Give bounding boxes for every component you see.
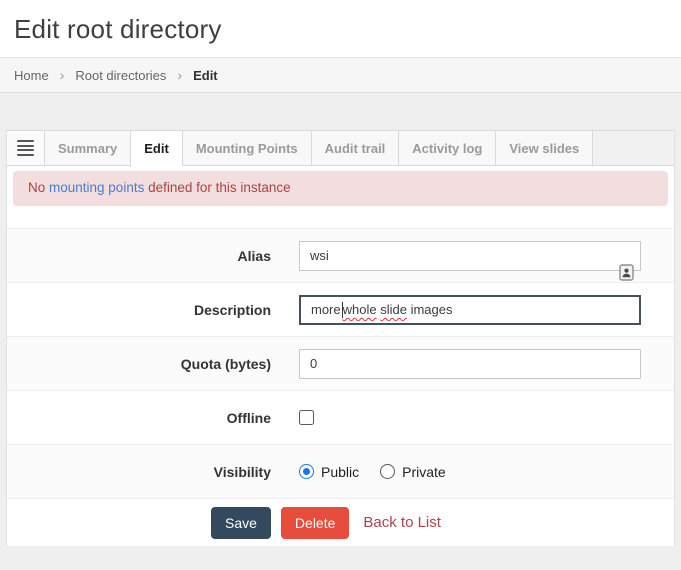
quota-value: 0 <box>310 356 317 371</box>
tab-view-slides[interactable]: View slides <box>496 131 593 165</box>
mounting-points-link[interactable]: mounting points <box>49 180 144 195</box>
quota-input[interactable]: 0 <box>299 349 641 379</box>
breadcrumb-root-directories[interactable]: Root directories <box>75 68 166 83</box>
no-mounting-points-alert: No mounting points defined for this inst… <box>13 171 668 206</box>
alias-input[interactable]: wsi <box>299 241 641 271</box>
quota-label: Quota (bytes) <box>7 356 271 372</box>
description-label: Description <box>7 302 271 318</box>
tab-activity-log[interactable]: Activity log <box>399 131 496 165</box>
alias-row: Alias wsi <box>7 228 674 282</box>
tab-audit-trail[interactable]: Audit trail <box>312 131 400 165</box>
menu-tab[interactable] <box>7 131 45 165</box>
breadcrumb: Home › Root directories › Edit <box>0 57 681 93</box>
alias-value: wsi <box>310 248 329 263</box>
breadcrumb-separator-icon: › <box>60 67 65 83</box>
tab-mounting-points[interactable]: Mounting Points <box>183 131 312 165</box>
page-header: Edit root directory <box>0 0 681 57</box>
alert-text-after: defined for this instance <box>144 180 290 195</box>
breadcrumb-separator-icon: › <box>177 67 182 83</box>
tab-bar-filler <box>593 131 674 165</box>
breadcrumb-home[interactable]: Home <box>14 68 49 83</box>
visibility-private-radio[interactable] <box>380 464 395 479</box>
breadcrumb-current: Edit <box>193 68 218 83</box>
main-panel: Summary Edit Mounting Points Audit trail… <box>6 130 675 546</box>
visibility-public-radio[interactable] <box>299 464 314 479</box>
tab-bar: Summary Edit Mounting Points Audit trail… <box>7 130 674 166</box>
autofill-person-icon[interactable] <box>576 249 634 299</box>
description-input[interactable]: morewhole slide images <box>299 295 641 325</box>
delete-button[interactable]: Delete <box>281 507 349 539</box>
quota-row: Quota (bytes) 0 <box>7 336 674 390</box>
alert-text-before: No <box>28 180 49 195</box>
hamburger-icon <box>17 138 34 158</box>
visibility-public-label: Public <box>321 464 359 480</box>
visibility-row: Visibility Public Private <box>7 444 674 498</box>
save-button[interactable]: Save <box>211 507 271 539</box>
visibility-private-label: Private <box>402 464 446 480</box>
page-background-gap <box>0 93 681 130</box>
tab-edit[interactable]: Edit <box>131 131 183 166</box>
visibility-label: Visibility <box>7 464 271 480</box>
description-row: Description morewhole slide images <box>7 282 674 336</box>
page-title: Edit root directory <box>14 14 681 45</box>
tab-summary[interactable]: Summary <box>45 131 131 165</box>
offline-label: Offline <box>7 410 271 426</box>
offline-checkbox[interactable] <box>299 410 314 425</box>
visibility-options: Public Private <box>299 464 446 480</box>
back-to-list-link[interactable]: Back to List <box>363 514 441 531</box>
actions-row: Save Delete Back to List <box>7 498 674 546</box>
edit-form: Alias wsi Description morewhole s <box>7 228 674 546</box>
alias-label: Alias <box>7 248 271 264</box>
offline-row: Offline <box>7 390 674 444</box>
